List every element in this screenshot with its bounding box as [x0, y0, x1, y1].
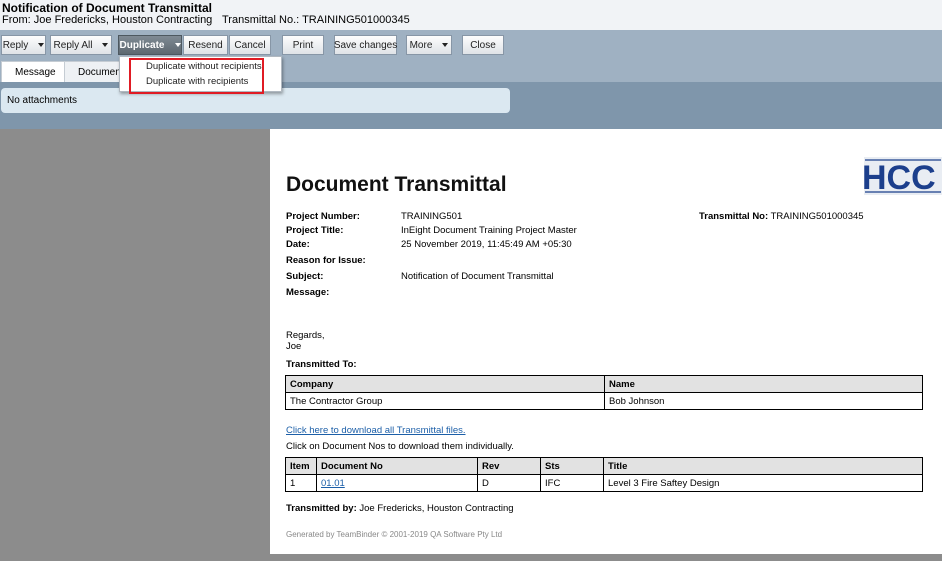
doc-status: IFC [540, 474, 604, 492]
save-changes-button[interactable]: Save changes [334, 35, 397, 55]
transmitted-to-label: Transmitted To: [286, 359, 357, 370]
chevron-down-icon [102, 43, 109, 47]
message-header: Notification of Document Transmittal Fro… [0, 0, 942, 30]
value-project-number: TRAINING501 [401, 211, 463, 222]
transmitted-by: Transmitted by: Joe Fredericks, Houston … [286, 503, 514, 514]
label-reason-for-issue: Reason for Issue: [286, 255, 366, 266]
documents-table: Item Document No Rev Sts Title 1 01.01 D… [285, 457, 923, 492]
column-header-document-no: Document No [316, 457, 478, 475]
table-header-row: Company Name [285, 375, 923, 393]
doc-item: 1 [285, 474, 317, 492]
transmittal-number: Transmittal No.: TRAINING501000345 [222, 14, 410, 26]
recipients-table: Company Name The Contractor Group Bob Jo… [285, 375, 923, 410]
doc-number-cell: 01.01 [316, 474, 478, 492]
recipient-company: The Contractor Group [285, 392, 605, 410]
reply-label: Reply [2, 39, 29, 51]
chevron-down-icon [38, 43, 45, 47]
tab-documents[interactable]: Documents [64, 61, 129, 82]
chevron-down-icon [174, 43, 181, 47]
document-number-link[interactable]: 01.01 [321, 478, 345, 489]
column-header-title: Title [603, 457, 923, 475]
chevron-down-icon [442, 43, 449, 47]
recipient-name: Bob Johnson [604, 392, 923, 410]
footer-text: Generated by TeamBinder © 2001-2019 QA S… [286, 530, 503, 539]
transmitted-by-value: Joe Fredericks, Houston Contracting [359, 503, 514, 514]
tab-message[interactable]: Message [1, 61, 65, 82]
toolbar: Reply Reply All Duplicate Resend Cancel … [0, 30, 942, 59]
more-label: More [409, 39, 433, 51]
message-title: Notification of Document Transmittal [2, 1, 213, 15]
sender-line: From: Joe Fredericks, Houston Contractin… [2, 14, 213, 26]
column-header-sts: Sts [540, 457, 604, 475]
regards-text: Regards, [286, 330, 325, 341]
cancel-button[interactable]: Cancel [229, 35, 271, 55]
menu-highlight-box [129, 58, 264, 94]
transmittal-document: HCC Document Transmittal Project Number:… [270, 129, 942, 554]
column-header-company: Company [285, 375, 605, 393]
column-header-item: Item [285, 457, 317, 475]
print-button[interactable]: Print [282, 35, 324, 55]
value-subject: Notification of Document Transmittal [401, 271, 554, 282]
doc-rev: D [477, 474, 541, 492]
company-logo: HCC [864, 157, 942, 195]
download-all-link[interactable]: Click here to download all Transmittal f… [286, 425, 466, 436]
transmitted-by-label: Transmitted by: [286, 503, 357, 514]
more-button[interactable]: More [406, 35, 452, 55]
column-header-name: Name [604, 375, 923, 393]
logo-text: HCC [864, 159, 936, 195]
resend-button[interactable]: Resend [183, 35, 228, 55]
column-header-rev: Rev [477, 457, 541, 475]
document-title: Document Transmittal [286, 173, 507, 196]
duplicate-button[interactable]: Duplicate [118, 35, 182, 55]
reply-all-button[interactable]: Reply All [50, 35, 112, 55]
signature-text: Joe [286, 341, 302, 352]
label-date: Date: [286, 239, 310, 250]
duplicate-label: Duplicate [119, 39, 165, 51]
reply-all-label: Reply All [53, 39, 93, 51]
label-project-title: Project Title: [286, 225, 344, 236]
duplicate-menu: Duplicate without recipients Duplicate w… [119, 56, 282, 94]
reply-button[interactable]: Reply [1, 35, 46, 55]
label-message: Message: [286, 287, 330, 298]
table-header-row: Item Document No Rev Sts Title [285, 457, 923, 475]
label-project-number: Project Number: [286, 211, 360, 222]
label-subject: Subject: [286, 271, 324, 282]
table-row: The Contractor Group Bob Johnson [285, 392, 923, 410]
value-project-title: InEight Document Training Project Master [401, 225, 577, 236]
transmittal-no-block: Transmittal No: TRAINING501000345 [699, 211, 864, 222]
download-hint: Click on Document Nos to download them i… [286, 441, 514, 452]
value-transmittal-no: TRAINING501000345 [770, 211, 864, 222]
label-transmittal-no: Transmittal No: [699, 211, 769, 222]
doc-title: Level 3 Fire Saftey Design [603, 474, 923, 492]
close-button[interactable]: Close [462, 35, 504, 55]
value-date: 25 November 2019, 11:45:49 AM +05:30 [401, 239, 572, 250]
table-row: 1 01.01 D IFC Level 3 Fire Saftey Design [285, 474, 923, 492]
